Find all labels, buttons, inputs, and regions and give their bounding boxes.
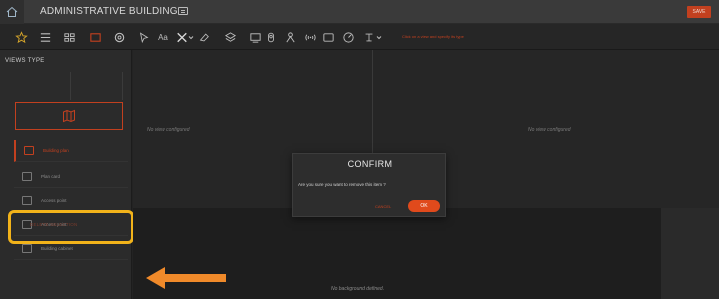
layer-item-plan-card[interactable]: Plan card [14, 166, 128, 188]
dialog-title: CONFIRM [347, 159, 393, 169]
dialog-message: Are you sure you want to remove this ite… [298, 182, 386, 187]
plan-icon [24, 146, 34, 155]
list-icon [22, 196, 32, 205]
eraser-icon[interactable] [198, 30, 210, 44]
layer-item-label: Building plan [43, 148, 69, 153]
map-icon [63, 109, 75, 123]
layer-icon[interactable] [88, 30, 102, 44]
layer-item-building-plan[interactable]: Building plan [14, 140, 128, 162]
close-icon[interactable] [176, 30, 188, 44]
delete-selection-button[interactable]: DELETE SELECTION [30, 222, 77, 227]
views-type-heading: VIEWS TYPE [5, 58, 45, 64]
ok-button[interactable]: OK [408, 200, 440, 212]
door-icon[interactable] [321, 30, 335, 44]
toolbar-hint: Click on a view and specify its type [402, 34, 464, 39]
layer-item-access-point[interactable]: Access point [14, 190, 128, 212]
wireless-icon[interactable] [303, 30, 317, 44]
arrow-left-icon [146, 267, 226, 289]
layer-item-label: Plan card [41, 174, 61, 179]
camera-icon[interactable] [265, 30, 277, 44]
app-window: ADMINISTRATIVE BUILDING SAVE Aa Click on… [0, 0, 719, 299]
views-sidebar: VIEWS TYPE Building plan Plan card Acces… [0, 50, 132, 299]
view-slot[interactable] [65, 72, 123, 100]
layers-icon[interactable] [223, 30, 237, 44]
rename-icon[interactable] [178, 7, 188, 15]
delete-selection-highlight [8, 210, 134, 244]
list-icon[interactable] [38, 30, 52, 44]
view-slot[interactable] [13, 72, 71, 100]
empty-view-message: No view configured [528, 127, 571, 133]
star-icon[interactable] [14, 30, 28, 44]
layer-item-label: Building cabinet [41, 246, 73, 251]
side-strip [661, 208, 719, 299]
cancel-button[interactable]: CANCEL [375, 204, 391, 209]
toolbar: Aa Click on a view and specify its type [0, 24, 719, 50]
building-title: ADMINISTRATIVE BUILDING [40, 6, 178, 17]
cabinet-icon [22, 244, 32, 253]
top-bar: ADMINISTRATIVE BUILDING SAVE [0, 0, 719, 24]
sensor-icon[interactable] [363, 30, 375, 44]
settings-icon[interactable] [112, 30, 126, 44]
text-tool[interactable]: Aa [156, 30, 170, 44]
chevron-down-icon[interactable] [188, 30, 194, 44]
save-button[interactable]: SAVE [687, 6, 711, 18]
map-view-button[interactable] [15, 102, 123, 130]
grid-icon[interactable] [62, 30, 76, 44]
card-icon [22, 172, 32, 181]
chevron-down-icon[interactable] [376, 30, 382, 44]
display-icon[interactable] [248, 30, 262, 44]
home-button[interactable] [0, 0, 24, 24]
layer-item-label: Access point [41, 198, 67, 203]
no-background-message: No background defined. [331, 286, 385, 292]
confirm-dialog: CONFIRM Are you sure you want to remove … [292, 153, 446, 217]
select-pointer-icon[interactable] [138, 30, 150, 44]
network-icon[interactable] [283, 30, 297, 44]
home-icon [6, 6, 18, 17]
empty-view-message: No view configured [147, 127, 190, 133]
gauge-icon[interactable] [341, 30, 355, 44]
